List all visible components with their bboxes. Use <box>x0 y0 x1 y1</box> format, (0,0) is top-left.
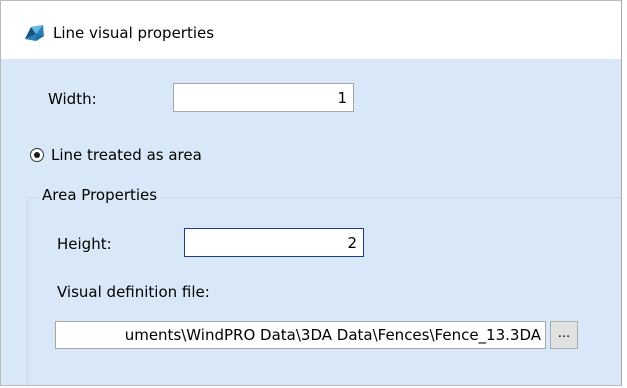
window-title: Line visual properties <box>53 24 215 42</box>
radio-selected-dot <box>34 152 40 158</box>
height-input[interactable] <box>184 228 364 257</box>
visual-definition-file-label: Visual definition file: <box>57 283 210 301</box>
dialog-content: Width: Line treated as area Area Propert… <box>1 59 621 387</box>
browse-button[interactable]: ... <box>550 321 578 349</box>
height-label: Height: <box>57 235 112 253</box>
width-input[interactable] <box>173 83 354 112</box>
visual-definition-file-path: uments\WindPRO Data\3DA Data\Fences\Fenc… <box>124 326 541 344</box>
title-bar: Line visual properties <box>1 1 621 59</box>
visual-definition-file-input[interactable]: uments\WindPRO Data\3DA Data\Fences\Fenc… <box>55 321 546 349</box>
line-treated-as-area-radio[interactable] <box>30 148 44 162</box>
area-properties-title: Area Properties <box>39 186 161 204</box>
width-label: Width: <box>48 90 97 108</box>
app-logo-icon <box>25 25 44 41</box>
line-treated-as-area-label[interactable]: Line treated as area <box>51 146 202 164</box>
dialog-window: Line visual properties Width: Line treat… <box>0 0 622 387</box>
